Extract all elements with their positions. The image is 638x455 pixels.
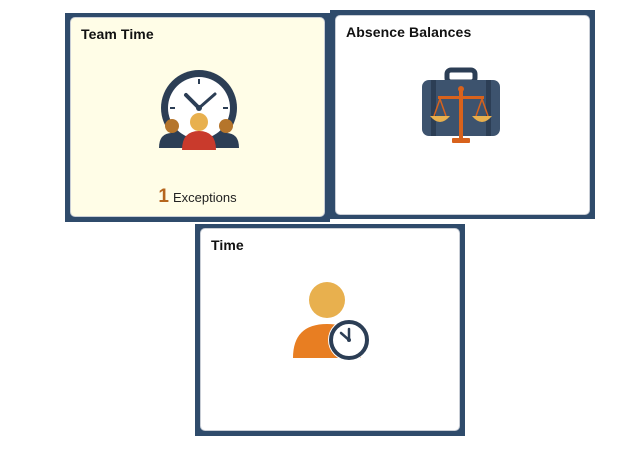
absence-balances-title: Absence Balances bbox=[346, 24, 472, 40]
team-time-title: Team Time bbox=[81, 26, 154, 42]
person-clock-icon bbox=[293, 282, 370, 361]
briefcase-scale-icon bbox=[422, 67, 500, 143]
team-time-exceptions: 1 Exceptions bbox=[71, 186, 324, 208]
exceptions-count: 1 bbox=[158, 186, 169, 207]
exceptions-label: Exceptions bbox=[172, 190, 237, 205]
time-tile[interactable]: Time bbox=[200, 228, 460, 431]
absence-balances-tile[interactable]: Absence Balances bbox=[335, 15, 590, 215]
time-title: Time bbox=[211, 237, 244, 253]
team-clock-icon bbox=[159, 70, 239, 150]
team-time-tile[interactable]: Team Time 1 Exceptions bbox=[70, 17, 325, 217]
